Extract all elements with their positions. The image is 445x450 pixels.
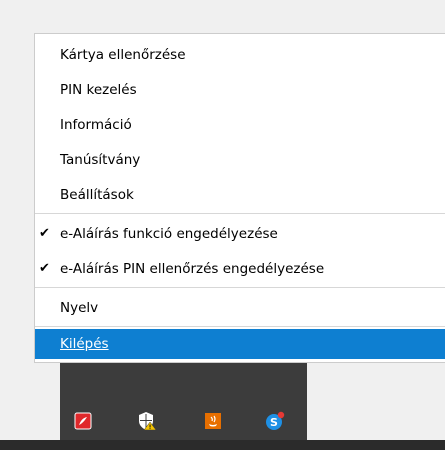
menu-item-enable-signature[interactable]: ✔ e-Aláírás funkció engedélyezése — [35, 219, 445, 249]
menu-separator — [35, 287, 445, 288]
menu-item-label: Információ — [60, 117, 132, 133]
menu-item-language[interactable]: Nyelv — [35, 293, 445, 323]
checkmark-icon: ✔ — [39, 261, 50, 276]
menu-item-label: Nyelv — [60, 300, 99, 316]
java-icon[interactable] — [203, 411, 223, 431]
menu-separator — [35, 213, 445, 214]
menu-item-settings[interactable]: Beállítások — [35, 180, 445, 210]
taskbar — [0, 440, 445, 450]
menu-item-label: e-Aláírás funkció engedélyezése — [60, 226, 278, 242]
security-warning-icon[interactable] — [137, 411, 157, 431]
checkmark-icon: ✔ — [39, 226, 50, 241]
menu-item-pin-management[interactable]: PIN kezelés — [35, 75, 445, 105]
pdf-reader-icon[interactable] — [73, 411, 93, 431]
menu-item-label: PIN kezelés — [60, 82, 137, 98]
context-menu: Kártya ellenőrzése PIN kezelés Informáci… — [34, 33, 445, 363]
menu-item-label: e-Aláírás PIN ellenőrzés engedélyezése — [60, 261, 325, 277]
svg-text:S: S — [270, 416, 278, 429]
menu-item-enable-pin-check[interactable]: ✔ e-Aláírás PIN ellenőrzés engedélyezése — [35, 254, 445, 284]
skype-icon[interactable]: S — [265, 411, 285, 431]
menu-item-card-check[interactable]: Kártya ellenőrzése — [35, 40, 445, 70]
menu-item-information[interactable]: Információ — [35, 110, 445, 140]
tray-overflow-panel: S — [60, 350, 307, 440]
menu-item-label: Kártya ellenőrzése — [60, 47, 186, 63]
menu-item-certificate[interactable]: Tanúsítvány — [35, 145, 445, 175]
menu-item-exit[interactable]: Kilépés — [35, 329, 445, 359]
menu-item-label: Beállítások — [60, 187, 134, 203]
menu-item-label: Tanúsítvány — [60, 152, 141, 168]
menu-item-label: Kilépés — [60, 336, 109, 352]
menu-separator — [35, 326, 445, 327]
